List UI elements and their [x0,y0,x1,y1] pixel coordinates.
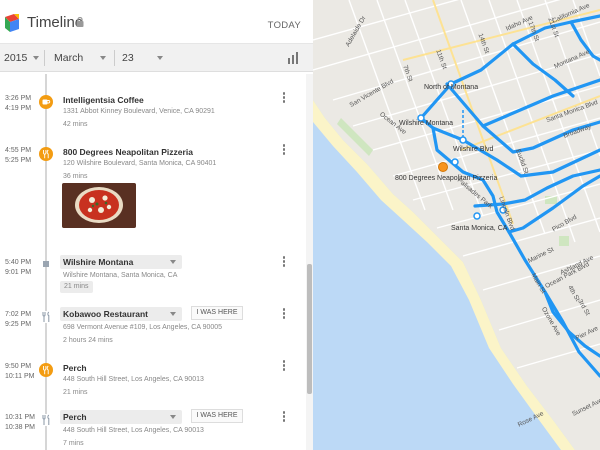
month-value: March [54,52,84,64]
end-time: 9:25 PM [5,321,32,328]
place-select[interactable]: Perch [60,410,182,424]
divider [44,50,45,66]
today-button[interactable]: TODAY [268,20,301,31]
more-options-icon[interactable] [281,144,287,156]
stay-duration: 2 hours 24 mins [63,337,113,344]
scrollbar[interactable] [306,74,313,450]
end-time: 5:25 PM [5,157,32,164]
map-pin-icon[interactable] [438,162,448,172]
start-time: 4:55 PM [5,147,32,154]
start-time: 5:40 PM [5,259,32,266]
chevron-down-icon [170,312,176,316]
stay-duration: 21 mins [63,389,88,396]
more-options-icon[interactable] [281,256,287,268]
place-select[interactable]: Kobawoo Restaurant [60,307,182,321]
chevron-down-icon [170,260,176,264]
restaurant-icon [39,363,53,377]
place-select[interactable]: Wilshire Montana [60,255,182,269]
date-selector: 2015 March 23 [0,44,313,72]
map-view[interactable]: North of Montana Wilshire Montana Wilshi… [313,0,600,450]
lock-icon [76,17,84,27]
map-label: 800 Degrees Neapolitan Pizzeria [395,175,498,182]
scrollbar-thumb[interactable] [307,264,312,394]
place-address: 120 Wilshire Boulevard, Santa Monica, CA… [63,160,217,167]
restaurant-icon [40,414,52,426]
place-name: Perch [63,412,87,422]
place-name[interactable]: Perch [63,363,87,373]
place-name: Kobawoo Restaurant [63,309,149,319]
more-options-icon[interactable] [281,92,287,104]
map-label: Wilshire Blvd [453,146,494,153]
start-time: 9:50 PM [5,363,32,370]
start-time: 3:26 PM [5,95,32,102]
bar-chart-icon[interactable] [287,52,299,64]
map-label: North of Montana [424,84,479,91]
stay-duration: 42 mins [63,121,88,128]
google-maps-logo-icon [5,14,19,32]
i-was-here-button[interactable]: I WAS HERE [191,306,243,320]
divider [114,50,115,66]
place-name: Wilshire Montana [63,257,134,267]
day-select[interactable]: 23 [122,44,170,72]
map-label: Wilshire Montana [399,120,454,127]
end-time: 4:19 PM [5,105,32,112]
place-photo[interactable] [62,183,136,228]
page-title: Timeline [27,14,84,31]
restaurant-icon [40,311,52,323]
chevron-down-icon [157,56,163,60]
end-time: 10:11 PM [5,373,35,380]
coffee-icon [39,95,53,109]
chevron-down-icon [100,56,106,60]
app-header: Timeline TODAY [0,0,313,44]
chevron-down-icon [33,56,39,60]
year-value: 2015 [4,52,28,64]
map-label: Santa Monica, CA [451,225,508,232]
restaurant-icon [39,147,53,161]
place-name[interactable]: Intelligentsia Coffee [63,95,144,105]
end-time: 9:01 PM [5,269,32,276]
end-time: 10:38 PM [5,424,35,431]
place-icon [43,261,49,267]
chevron-down-icon [170,415,176,419]
stay-duration: 21 mins [60,281,93,293]
place-name[interactable]: 800 Degrees Neapolitan Pizzeria [63,147,193,157]
more-options-icon[interactable] [281,360,287,372]
month-select[interactable]: March [54,44,112,72]
start-time: 7:02 PM [5,311,32,318]
place-address: 698 Vermont Avenue #109, Los Angeles, CA… [63,324,223,331]
more-options-icon[interactable] [281,411,287,423]
start-time: 10:31 PM [5,414,35,421]
stay-duration: 7 mins [63,440,84,447]
place-address: Wilshire Montana, Santa Monica, CA [63,272,178,279]
place-address: 448 South Hill Street, Los Angeles, CA 9… [63,427,204,434]
i-was-here-button[interactable]: I WAS HERE [191,409,243,423]
day-value: 23 [122,52,134,64]
place-address: 1331 Abbot Kinney Boulevard, Venice, CA … [63,108,215,115]
timeline-panel: Timeline TODAY 2015 March 23 3:26 PM 4:1… [0,0,313,450]
place-address: 448 South Hill Street, Los Angeles, CA 9… [63,376,204,383]
more-options-icon[interactable] [281,308,287,320]
stay-duration: 36 mins [63,173,88,180]
year-select[interactable]: 2015 [4,44,40,72]
